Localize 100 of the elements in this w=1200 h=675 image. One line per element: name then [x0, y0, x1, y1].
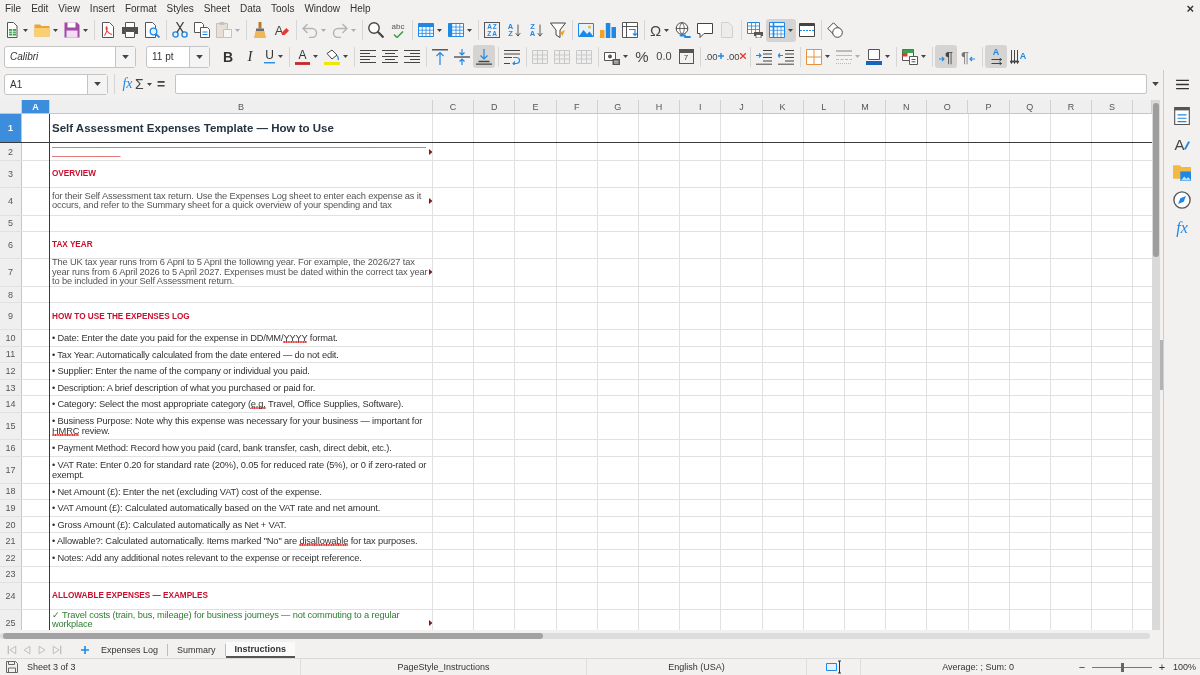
triangle-right-icon: [36, 644, 47, 655]
horizontal-scrollbar[interactable]: [0, 632, 1150, 639]
row-header[interactable]: 12: [0, 363, 22, 379]
menu-item[interactable]: Help: [345, 1, 376, 16]
row-header[interactable]: 7: [0, 258, 22, 286]
sidebar-collapse-handle[interactable]: [1160, 340, 1163, 390]
grid-icon: [576, 48, 592, 65]
language-text: English (USA): [668, 662, 725, 672]
row-header[interactable]: 9: [0, 303, 22, 329]
column-header[interactable]: J: [721, 100, 763, 114]
column-header[interactable]: M: [844, 100, 887, 114]
right-aligned-lines-icon: [404, 48, 420, 65]
column-header[interactable]: H: [638, 100, 681, 114]
table-arrows-icon: [622, 22, 638, 38]
menu-item[interactable]: Data: [234, 1, 267, 16]
zoom-out-button[interactable]: −: [1076, 660, 1088, 674]
row-header[interactable]: 24: [0, 583, 22, 609]
row-header[interactable]: 25: [0, 609, 22, 630]
row-header[interactable]: 3: [0, 161, 22, 187]
row-header[interactable]: 6: [0, 232, 22, 258]
paintbrush-icon: [252, 22, 268, 38]
menu-item[interactable]: Format: [119, 1, 162, 16]
zoom-in-button[interactable]: +: [1156, 660, 1168, 674]
menu-item[interactable]: File: [0, 1, 27, 16]
sum-button[interactable]: Σ: [135, 74, 154, 94]
menu-item[interactable]: View: [53, 1, 85, 16]
column-header[interactable]: S: [1092, 100, 1134, 114]
eraser-icon: [282, 27, 290, 35]
formula-input-field[interactable]: [174, 74, 1147, 94]
column-header[interactable]: K: [762, 100, 804, 114]
zoom-slider-thumb[interactable]: [1120, 662, 1124, 672]
bullet-item: • Business Purpose: Note why this expense was necessary for your business — important for HMRC review.: [52, 415, 424, 437]
special-character-button[interactable]: Ω: [647, 18, 673, 42]
menu-item[interactable]: Insert: [84, 1, 120, 16]
bottom-line-arrow-icon: [476, 48, 492, 65]
font-name-field[interactable]: Calibri: [4, 45, 136, 68]
row-header[interactable]: 17: [0, 456, 22, 483]
column-header[interactable]: B: [50, 100, 433, 114]
section-heading: OVERVIEW: [52, 169, 96, 179]
styles-button[interactable]: A: [1168, 130, 1196, 158]
dropdown-button[interactable]: [87, 74, 107, 94]
column-header[interactable]: L: [803, 100, 845, 114]
column-header[interactable]: I: [680, 100, 722, 114]
menu-item[interactable]: Tools: [266, 1, 300, 16]
column-header[interactable]: N: [886, 100, 928, 114]
plus-icon: [717, 53, 724, 60]
italic-button[interactable]: I: [239, 45, 261, 68]
column-header[interactable]: O: [927, 100, 969, 114]
menu-item[interactable]: Sheet: [198, 1, 235, 16]
name-box[interactable]: A1: [4, 73, 108, 95]
formula-button[interactable]: =: [153, 74, 169, 94]
column-header[interactable]: F: [556, 100, 598, 114]
caret-icon: [1151, 82, 1159, 86]
freeze-button[interactable]: [766, 18, 797, 42]
number-format-button[interactable]: 0.0: [653, 45, 675, 68]
percent-button[interactable]: %: [631, 45, 653, 68]
align-bottom-button[interactable]: [473, 45, 495, 68]
row-header[interactable]: 14: [0, 396, 22, 412]
font-size-field[interactable]: 11 pt: [146, 45, 210, 68]
column-header[interactable]: C: [433, 100, 475, 114]
folder-icon: [34, 22, 50, 38]
vertical-scrollbar[interactable]: [1152, 100, 1160, 630]
underline-button[interactable]: U: [261, 45, 286, 68]
row-header[interactable]: 2: [0, 143, 22, 160]
font-color-button[interactable]: A: [292, 45, 321, 68]
rectangle-text-cursor-icon: [825, 660, 842, 674]
column-header[interactable]: D: [474, 100, 516, 114]
date-format-button[interactable]: 7: [675, 45, 697, 68]
row-header[interactable]: 4: [0, 187, 22, 215]
bold-button[interactable]: B: [217, 45, 239, 68]
cell-grid[interactable]: [0, 100, 1152, 630]
spelling-button[interactable]: abc: [387, 18, 409, 42]
column-header[interactable]: G: [597, 100, 639, 114]
menu-item[interactable]: Window: [299, 1, 345, 16]
middle-line-arrows-icon: [454, 48, 470, 65]
close-button[interactable]: ×: [1186, 1, 1194, 16]
sheet-tab[interactable]: Instructions: [225, 641, 296, 658]
scrollbar-thumb[interactable]: [3, 632, 543, 639]
sheet-position-text: Sheet 3 of 3: [27, 662, 76, 672]
column-header[interactable]: Q: [1009, 100, 1051, 114]
dropdown-button[interactable]: [189, 46, 209, 67]
dropdown-button[interactable]: [115, 46, 135, 67]
menu-item[interactable]: Styles: [161, 1, 199, 16]
scrollbar-thumb[interactable]: [1153, 103, 1159, 257]
scissors-icon: [172, 22, 188, 38]
row-header[interactable]: 15: [0, 412, 22, 439]
row-header[interactable]: 21: [0, 533, 22, 549]
column-header[interactable]: P: [968, 100, 1010, 114]
bullet-item: • Payment Method: Record how you paid (card, bank transfer, cash, direct debit, etc.).: [52, 443, 392, 454]
sheet-tab[interactable]: Summary: [168, 641, 225, 658]
menu-item[interactable]: Edit: [26, 1, 54, 16]
add-decimal-button[interactable]: .00: [703, 45, 725, 68]
sheet-tab[interactable]: Expenses Log: [92, 641, 168, 658]
left-to-right-button[interactable]: ¶: [935, 45, 957, 68]
magnifier-icon: [368, 22, 384, 38]
column-header[interactable]: R: [1050, 100, 1092, 114]
delete-decimal-button[interactable]: .00: [725, 45, 747, 68]
row-header[interactable]: 19: [0, 500, 22, 516]
right-to-left-button[interactable]: ¶: [957, 45, 979, 68]
column-header[interactable]: E: [515, 100, 557, 114]
